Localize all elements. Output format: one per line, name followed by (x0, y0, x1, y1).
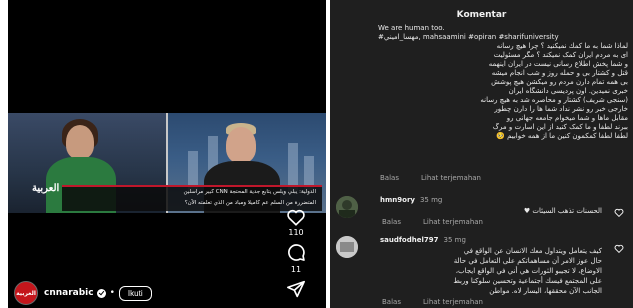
translate-link[interactable]: Lihat terjemahan (423, 298, 483, 306)
caption-line: We are human too. (378, 24, 445, 32)
author-handle[interactable]: cnnarabic (44, 288, 94, 298)
comment-time: 35 mg (419, 196, 443, 204)
follow-button[interactable]: Ikuti (118, 285, 152, 301)
caption-line: لماذا شما به ما كمك نميكنيد ؟ چرا هيچ رس… (496, 42, 628, 50)
reply-link[interactable]: Balas (382, 298, 401, 306)
chyron-line-1: كبير مراسلين CNN الدولية: يبلي ويلس يتاب… (183, 189, 316, 195)
caption-line: خارجی خبر رو نشر نداد شما ها را دارن چطو… (494, 105, 628, 113)
caption-line: (سنجی شریف) کشتار و محاصره شد به هیچ رسا… (480, 96, 628, 104)
comments-panel[interactable]: Komentar We are human too. #مهسا_اميني, … (330, 0, 633, 308)
app-root: العربية كبير مراسلين CNN الدولية: يبلي و… (0, 0, 633, 308)
caption-line: ای به مردم ایران کمک نمیکند ؟ مگر مسئولی… (493, 51, 628, 59)
translate-link[interactable]: Lihat terjemahan (423, 218, 483, 226)
like-button[interactable]: 110 (276, 208, 316, 237)
caption-line: خبری نمیدین. اون پردیسی دانشگاه ایران (508, 87, 628, 95)
comment-item: saudfodhel797 35 mg كيف يتعامل ويتداول مع… (336, 236, 628, 308)
correspondent-face (226, 127, 256, 163)
comment-footer: Balas Lihat terjemahan (382, 298, 483, 306)
commenter-name[interactable]: saudfodhel797 35 mg (380, 236, 466, 244)
anchor-face (66, 125, 94, 159)
commenter-avatar[interactable] (336, 196, 358, 218)
reply-link[interactable]: Balas (382, 218, 401, 226)
caption-line: مقابل ماها و شما میخوام جامعه جهانی رو (506, 114, 628, 122)
post-caption: We are human too. #مهسا_اميني, mahsaamin… (378, 24, 628, 141)
comment-text: كيف يتعامل ويتداول معك الانسان عن الواقع… (453, 247, 602, 295)
like-count: 110 (288, 228, 304, 237)
reel-player[interactable]: العربية كبير مراسلين CNN الدولية: يبلي و… (8, 0, 326, 308)
commenter-name[interactable]: hmn9ory 35 mg (380, 196, 442, 204)
comment-bubble-icon (288, 244, 305, 261)
comment-button[interactable]: 11 (276, 243, 316, 274)
avatar-photo-icon (336, 236, 358, 258)
comment-count: 11 (290, 265, 302, 274)
caption-reply-link[interactable]: Balas (380, 174, 399, 182)
author-avatar[interactable]: العربية (14, 281, 38, 305)
share-button[interactable] (276, 280, 316, 298)
caption-footer: Balas Lihat terjemahan (380, 174, 481, 182)
caption-line: لطفا لطفا کمکمون کنین ما از همه خوابیم 🥺 (496, 132, 628, 140)
comment-footer: Balas Lihat terjemahan (382, 218, 483, 226)
comment-time: 35 mg (443, 236, 466, 244)
heart-icon (287, 209, 305, 226)
channel-logo: العربية (32, 183, 60, 194)
panel-title: Komentar (456, 10, 507, 20)
comment-text: الحسنات تذهب السيئات ♥ (523, 207, 602, 215)
separator-dot: • (109, 288, 115, 298)
caption-line: و شما پخش اطلاع رسانی نیست در ایران اینه… (488, 60, 628, 68)
reel-author: العربية cnnarabic • Ikuti (14, 281, 152, 305)
caption-line: ببرند لطفا و ما کمک کنید از این اسارت و … (492, 123, 628, 131)
commenter-avatar[interactable] (336, 236, 358, 258)
reel-actions: 110 11 (276, 208, 316, 304)
avatar-photo-icon (336, 196, 358, 218)
like-comment-heart-icon[interactable] (614, 208, 624, 217)
verified-badge-icon (96, 288, 106, 298)
caption-line: قتل و کشتار بی و حمله روز و شب انجام میش… (491, 69, 628, 77)
send-icon (287, 280, 305, 298)
caption-translate-link[interactable]: Lihat terjemahan (421, 174, 481, 182)
like-comment-heart-icon[interactable] (614, 244, 624, 253)
caption-line: بی همه تمام دارن مردم رو میکشن هیچ پوشش (491, 78, 628, 86)
caption-hashtags[interactable]: #مهسا_اميني, mahsaamini #opiran #sharifu… (378, 33, 628, 42)
video-frame[interactable]: العربية كبير مراسلين CNN الدولية: يبلي و… (8, 113, 326, 213)
comment-item: hmn9ory 35 mg الحسنات تذهب السيئات ♥ Bala… (336, 196, 628, 226)
